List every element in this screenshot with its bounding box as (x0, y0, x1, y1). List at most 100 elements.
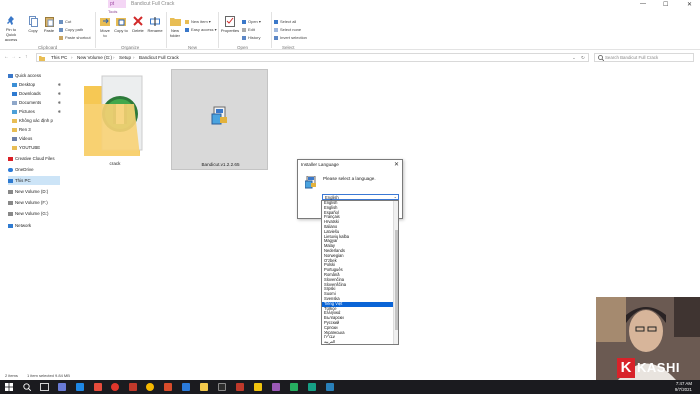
dialog-title: Installer Language (301, 162, 339, 167)
select-all-button[interactable]: Select all (274, 19, 296, 24)
dropdown-scrollbar[interactable] (393, 201, 398, 344)
copy-path-icon (59, 27, 63, 32)
open-button[interactable]: Open ▾ (242, 19, 261, 24)
minimize-button[interactable]: — (640, 1, 646, 7)
close-button[interactable]: ✕ (687, 1, 692, 8)
file-item-bandicut[interactable]: Bandicut.v1.2.2.65 (171, 69, 268, 170)
app-icon-1[interactable] (94, 383, 102, 391)
rename-button[interactable]: Rename (147, 16, 163, 33)
app-icon-9[interactable] (272, 383, 280, 391)
address-bar[interactable]: This PC › New Volume (G:) › Setup › Band… (36, 53, 589, 62)
select-none-button[interactable]: Select none (274, 27, 301, 32)
chrome-icon[interactable] (146, 383, 154, 391)
nav-ren-3[interactable]: Ren 3 (12, 125, 64, 134)
app-icon-8[interactable] (254, 383, 262, 391)
nav-creative-cloud[interactable]: Creative Cloud Files (8, 154, 60, 163)
organize-group-label: Organize (121, 45, 140, 50)
folder-icon (12, 127, 17, 132)
cut-button[interactable]: Cut (59, 19, 71, 24)
task-view-icon[interactable] (40, 383, 49, 391)
documents-icon (12, 100, 17, 105)
address-dropdown-icon[interactable]: ⌄ (572, 55, 576, 61)
invert-selection-button[interactable]: Invert selection (274, 35, 307, 40)
dialog-close-button[interactable]: ✕ (394, 161, 399, 168)
paste-shortcut-icon (59, 35, 63, 40)
scrollbar-thumb[interactable] (395, 230, 398, 330)
pin-icon (6, 16, 14, 25)
system-clock[interactable]: 7:47 AM 9/7/2021 (675, 381, 692, 392)
app-icon-5[interactable] (182, 383, 190, 391)
move-to-button[interactable]: Move to (98, 16, 112, 38)
manage-tab[interactable]: pt (108, 0, 126, 8)
delete-button[interactable]: Delete (131, 16, 145, 33)
app-icon-2[interactable] (111, 383, 119, 391)
app-icon-3[interactable] (129, 383, 137, 391)
nav-downloads[interactable]: Downloads ✱ (12, 89, 64, 98)
select-group-label: Select (282, 45, 295, 50)
properties-button[interactable]: Properties (220, 16, 240, 33)
installer-icon (305, 176, 316, 189)
move-to-icon (100, 18, 110, 26)
history-button[interactable]: History (242, 35, 260, 40)
file-item-crack[interactable]: crack (82, 74, 148, 170)
maximize-button[interactable]: ☐ (663, 1, 668, 8)
dialog-prompt: Please select a language. (323, 176, 376, 181)
copy-to-button[interactable]: Copy to (114, 16, 128, 33)
edge-icon[interactable] (308, 383, 316, 391)
nav-desktop[interactable]: Desktop ✱ (12, 80, 64, 89)
folder-icon (84, 75, 143, 156)
app-icon-4[interactable] (164, 383, 172, 391)
nav-this-pc[interactable]: This PC (8, 176, 60, 185)
nav-youtube[interactable]: YOUTUBE (12, 143, 64, 152)
breadcrumb-separator: › (113, 55, 115, 60)
app-icon-11[interactable] (326, 383, 334, 391)
forward-arrow-icon[interactable]: → (11, 54, 16, 60)
nav-khong-xac-dinh[interactable]: Không xác định p (12, 116, 64, 125)
copy-path-button[interactable]: Copy path (59, 27, 83, 32)
nav-volume-d[interactable]: New Volume (D:) (8, 187, 60, 196)
nav-pictures[interactable]: Pictures ✱ (12, 107, 64, 116)
search-icon (598, 55, 604, 61)
app-icon-6[interactable] (218, 383, 226, 391)
copy-button[interactable]: Copy (26, 16, 40, 33)
folder-icon[interactable] (200, 383, 208, 391)
refresh-icon[interactable]: ↻ (581, 55, 585, 61)
new-folder-button[interactable]: New folder (168, 16, 182, 38)
pin-to-quick-access-button[interactable]: Pin to Quick access (2, 16, 20, 42)
open-icon (242, 19, 246, 24)
paste-shortcut-button[interactable]: Paste shortcut (59, 35, 91, 40)
paste-button[interactable]: Paste (42, 16, 56, 33)
edit-button[interactable]: Edit (242, 27, 255, 32)
nav-volume-g[interactable]: New Volume (G:) (8, 209, 60, 218)
star-icon (8, 73, 13, 78)
nav-volume-f[interactable]: New Volume (F:) (8, 198, 60, 207)
explorer-icon[interactable] (76, 383, 84, 391)
recent-chevron-icon[interactable]: ⌄ (18, 54, 21, 59)
file-name: crack (109, 161, 121, 166)
up-arrow-icon[interactable]: ↑ (25, 54, 28, 60)
windows-start-icon[interactable] (5, 383, 13, 391)
delete-icon (133, 16, 143, 26)
open-group-label: Open (237, 45, 249, 50)
teams-icon[interactable] (58, 383, 66, 391)
new-item-button[interactable]: New item ▾ (185, 19, 211, 24)
new-folder-icon (169, 18, 181, 26)
search-box[interactable]: Search Bandicut Full Crack (594, 53, 694, 62)
nav-quick-access[interactable]: Quick access (8, 71, 60, 80)
breadcrumb-setup[interactable]: Setup (119, 55, 131, 60)
nav-documents[interactable]: Documents ✱ (12, 98, 64, 107)
nav-videos[interactable]: Videos (12, 134, 64, 143)
nav-onedrive[interactable]: OneDrive (8, 165, 60, 174)
back-arrow-icon[interactable]: ← (4, 54, 9, 60)
breadcrumb-bandicut[interactable]: Bandicut Full Crack (139, 55, 179, 60)
app-icon-10[interactable] (290, 383, 298, 391)
status-bar: 2 items 1 item selected 9.84 MB (0, 372, 700, 380)
easy-access-button[interactable]: Easy access ▾ (185, 27, 217, 32)
breadcrumb-new-volume-g[interactable]: New Volume (G:) (77, 55, 112, 60)
breadcrumb-this-pc[interactable]: This PC (51, 55, 67, 60)
search-icon[interactable] (23, 383, 31, 391)
app-icon-7[interactable] (236, 383, 244, 391)
nav-network[interactable]: Network (8, 221, 60, 230)
drive-icon (8, 211, 13, 216)
edit-icon (242, 27, 246, 32)
